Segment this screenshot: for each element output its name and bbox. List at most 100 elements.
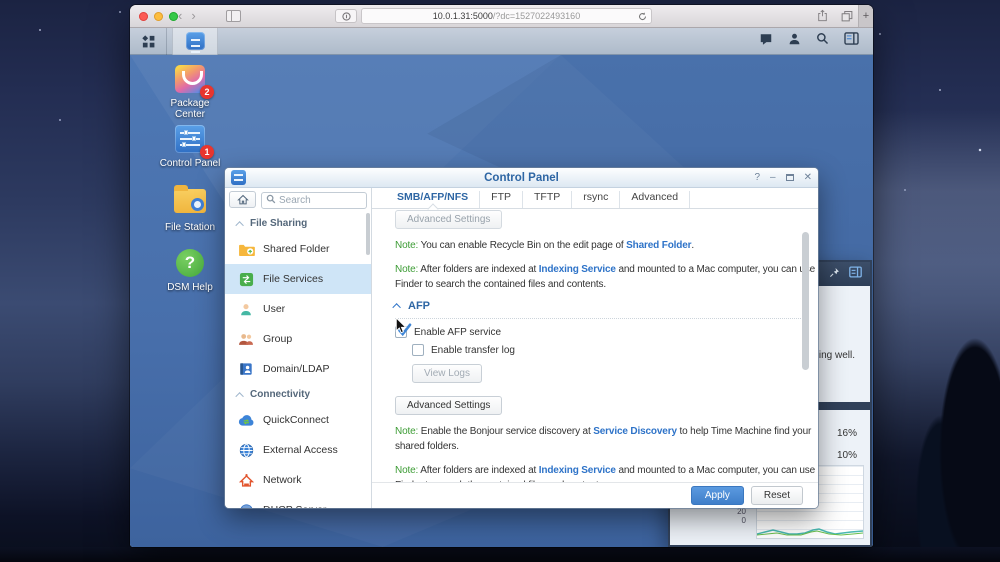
control-panel-titlebar[interactable]: Control Panel ? – ✕ [225,168,818,188]
sidebar-item-group[interactable]: Group [225,324,371,354]
maximize-button[interactable] [786,174,794,181]
transfer-log-checkbox[interactable] [412,344,424,356]
package-center-badge: 2 [200,85,214,99]
home-button[interactable] [229,191,256,208]
ram-usage-value: 10% [837,450,857,461]
note-bonjour: Note: Enable the Bonjour service discove… [395,424,816,454]
desktop-icon-control-panel[interactable]: 1 Control Panel [148,125,232,169]
shared-folder-link[interactable]: Shared Folder [626,240,691,251]
zoom-window-button[interactable] [169,12,178,21]
new-tab-button[interactable]: + [858,5,873,27]
chevron-up-icon [392,303,400,311]
sidebar-item-file-services[interactable]: File Services [225,264,371,294]
widgets-panel-icon[interactable] [844,32,859,50]
desktop-icon-package-center[interactable]: 2 Package Center [148,65,232,120]
macos-desktop: ‹ › 10.0.1.31:5000/?dc=1527022493160 [0,0,1000,562]
dsm-taskbar [130,28,873,55]
close-window-button[interactable] [139,12,148,21]
minimize-button[interactable]: – [770,172,776,183]
tab-ftp[interactable]: FTP [480,191,523,208]
help-icon: ? [176,249,204,277]
enable-transfer-log-row: Enable transfer log [412,344,818,356]
help-button[interactable]: ? [754,172,760,183]
user-account-icon[interactable] [788,32,801,51]
collapse-panel-icon[interactable] [849,265,862,283]
reset-button[interactable]: Reset [751,486,803,505]
notifications-icon[interactable] [759,32,773,51]
taskbar-control-panel-button[interactable] [172,28,218,55]
browser-window: ‹ › 10.0.1.31:5000/?dc=1527022493160 [130,5,873,547]
site-settings-button[interactable] [335,9,357,23]
browser-forward-button[interactable]: › [191,8,195,24]
main-menu-button[interactable] [130,28,167,55]
desktop-icon-dsm-help[interactable]: ? DSM Help [148,248,232,293]
home-icon [237,194,249,205]
sidebar-item-domain-ldap[interactable]: Domain/LDAP [225,354,371,384]
browser-toolbar: ‹ › 10.0.1.31:5000/?dc=1527022493160 [130,5,873,28]
reload-icon[interactable] [638,11,647,24]
tab-overview-icon[interactable] [841,9,853,27]
shared-folder-icon [237,241,255,257]
chevron-up-icon [235,221,243,229]
sidebar-item-shared-folder[interactable]: Shared Folder [225,234,371,264]
tab-bar: SMB/AFP/NFS FTP TFTP rsync Advanced [372,188,818,209]
search-icon[interactable] [816,32,829,50]
afp-section-header[interactable]: AFP [395,300,807,319]
quickconnect-icon [237,412,255,428]
chevron-up-icon [235,392,243,400]
control-panel-window: Control Panel ? – ✕ [225,168,818,508]
sidebar-item-quickconnect[interactable]: QuickConnect [225,405,371,435]
pin-icon[interactable] [829,265,840,283]
minimize-window-button[interactable] [154,12,163,21]
desktop-icon-label: DSM Help [153,282,227,293]
file-services-icon [237,271,255,287]
advanced-settings-button-clipped[interactable]: Advanced Settings [395,210,502,229]
sidebar-item-user[interactable]: User [225,294,371,324]
sidebar-search [261,190,367,209]
advanced-settings-button[interactable]: Advanced Settings [395,396,502,415]
sidebar-item-network[interactable]: Network [225,465,371,495]
address-bar[interactable]: 10.0.1.31:5000/?dc=1527022493160 [361,8,652,24]
section-connectivity[interactable]: Connectivity [225,384,371,405]
note-indexing-2: Note: After folders are indexed at Index… [395,463,816,482]
enable-afp-service-row: Enable AFP service [395,326,818,338]
tab-advanced[interactable]: Advanced [620,191,690,208]
apply-button[interactable]: Apply [691,486,744,505]
browser-back-button[interactable]: ‹ [178,8,182,24]
network-icon [237,472,255,488]
mouse-cursor [395,317,407,340]
traffic-lights [139,12,178,21]
file-station-icon [174,189,206,213]
sidebar-scrollbar[interactable] [366,213,370,255]
close-button[interactable]: ✕ [804,172,812,183]
window-title: Control Panel [225,172,818,184]
sidebar-item-dhcp-server[interactable]: DHCP Server [225,495,371,508]
indexing-service-link[interactable]: Indexing Service [539,264,616,275]
share-icon[interactable] [817,9,828,27]
system-health-status-text: ing well. [819,350,855,361]
tab-rsync[interactable]: rsync [572,191,620,208]
external-access-icon [237,442,255,458]
view-logs-button[interactable]: View Logs [412,364,482,383]
tab-smb-afp-nfs[interactable]: SMB/AFP/NFS [385,191,480,208]
user-icon [237,301,255,317]
sidebar-toggle-icon[interactable] [226,10,241,22]
indexing-service-link[interactable]: Indexing Service [539,465,616,476]
wallpaper-ground [0,547,1000,562]
sidebar-item-external-access[interactable]: External Access [225,435,371,465]
tab-tftp[interactable]: TFTP [523,191,572,208]
control-panel-icon [186,32,205,50]
control-panel-content: SMB/AFP/NFS FTP TFTP rsync Advanced Adva… [372,188,818,508]
transfer-log-label: Enable transfer log [431,345,515,356]
search-icon [266,194,276,204]
service-discovery-link[interactable]: Service Discovery [593,426,677,437]
section-file-sharing[interactable]: File Sharing [225,213,371,234]
enable-afp-label: Enable AFP service [414,327,501,338]
desktop-icon-label: Control Panel [153,158,227,169]
content-scrollbar[interactable] [802,232,809,370]
desktop-icon-label: Package Center [160,98,220,120]
domain-ldap-icon [237,361,255,377]
desktop-icon-file-station[interactable]: File Station [148,186,232,233]
url-host: 10.0.1.31:5000 [433,11,493,21]
search-input[interactable] [261,192,367,209]
